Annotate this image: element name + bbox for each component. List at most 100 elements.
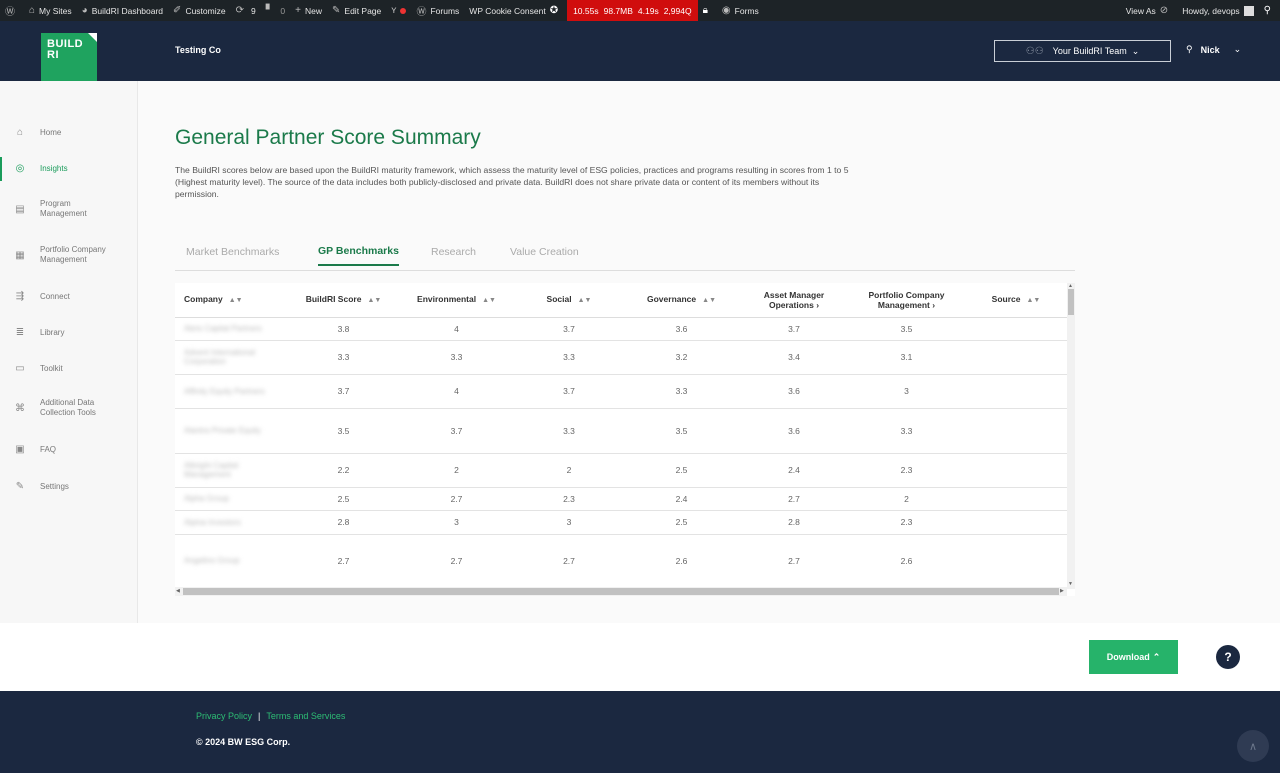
portfolio-company-management-cell: 3 [848,374,965,409]
toolkit-icon: ▭ [15,363,25,374]
wp-logo-menu[interactable]: Ⓦ [0,0,24,21]
chevron-up-icon: ∧ [1248,740,1258,753]
wp-updates-count: 9 [250,5,256,16]
company-name: Affinity Equity Partners [184,386,265,396]
scroll-left-icon[interactable]: ◀ [176,588,180,594]
column-header-label: Company [184,293,223,304]
sidebar-item-home[interactable]: ⌂ Home [0,127,138,138]
wp-dashboard-link[interactable]: ◕ BuildRI Dashboard [77,0,168,21]
table-vertical-scrollbar[interactable]: ▲ ▼ [1067,283,1075,589]
wp-lock-link[interactable]: 🔒︎ [698,0,717,21]
column-header-company[interactable]: Company ▲▼ [175,283,289,318]
gp-score-table-container[interactable]: Company ▲▼ BuildRI Score ▲▼ Environmental ▲… [175,283,1075,596]
portfolio-company-management-cell: 3.3 [848,408,965,454]
sidebar-item-settings[interactable]: ✎ Settings [0,481,138,492]
wp-my-sites-label: My Sites [39,5,72,16]
wp-admin-bar: Ⓦ ⌂ My Sites ◕ BuildRI Dashboard ✐ Customiz… [0,0,1280,21]
perf-time: 10.55s [573,5,599,16]
wp-edit-page-link[interactable]: ✎ Edit Page [327,0,386,21]
governance-cell: 3.6 [623,317,740,341]
wp-query-monitor[interactable]: 10.55s 98.7MB 4.19s 2,994Q [567,0,698,21]
tab-gp-benchmarks[interactable]: GP Benchmarks [318,245,399,266]
wp-updates-link[interactable]: ⟳ 9 [231,0,261,21]
environmental-cell: 4 [398,317,515,341]
table-row[interactable]: Alpina Investors 2.8 3 3 2.5 2.8 2.3 [175,510,1067,535]
table-row[interactable]: Albright Capital Management 2.2 2 2 2.5 … [175,453,1067,488]
sidebar-item-faq[interactable]: ▣ FAQ [0,444,138,455]
program-icon: ▤ [15,203,25,215]
table-row[interactable]: Alpha Group 2.5 2.7 2.3 2.4 2.7 2 [175,487,1067,511]
sort-icon: ▲▼ [482,296,496,304]
scroll-to-top-button[interactable]: ∧ [1237,730,1269,762]
wp-search[interactable]: ⚲ [1259,0,1280,21]
wp-forms-link[interactable]: ◉ Forms [717,0,764,21]
governance-cell: 3.3 [623,374,740,409]
terms-link[interactable]: Terms and Services [266,711,345,721]
action-bar: Download ⌃ ? [0,623,1280,691]
column-header-source[interactable]: Source ▲▼ [965,283,1067,318]
faq-icon: ▣ [15,444,25,455]
sidebar-item-connect[interactable]: ⇶ Connect [0,291,138,302]
source-cell [965,408,1067,454]
sidebar-item-library[interactable]: ≣ Library [0,327,138,338]
team-select[interactable]: ⚇⚇ Your BuildRI Team ⌄ [994,40,1171,62]
wp-admin-bar-right: View As ⊘ Howdy, devops ⚲ [1121,0,1280,21]
sidebar-item-insights[interactable]: ◎ Insights [0,157,138,181]
company-cell: Abris Capital Partners [175,317,289,341]
wp-my-sites[interactable]: ⌂ My Sites [24,0,77,21]
sidebar-item-additional-data-collection-tools[interactable]: ⌘ Additional Data Collection Tools [0,398,138,418]
company-name: Angelino Group [184,556,240,565]
logo-corner [88,33,97,42]
gp-score-table: Company ▲▼ BuildRI Score ▲▼ Environmental ▲… [175,283,1067,588]
scroll-down-icon[interactable]: ▼ [1068,581,1073,587]
column-header-portfolio-company-management[interactable]: Portfolio Company Management › [848,283,965,318]
table-row[interactable]: Angelino Group 2.7 2.7 2.7 2.6 2.7 2.6 [175,534,1067,588]
wp-howdy-menu[interactable]: Howdy, devops [1177,0,1258,21]
scroll-right-icon[interactable]: ▶ [1060,588,1064,594]
tab-research[interactable]: Research [431,246,476,258]
horizontal-scroll-thumb[interactable] [183,588,1059,595]
help-button[interactable]: ? [1216,645,1240,669]
tab-value-creation[interactable]: Value Creation [510,246,579,258]
source-cell [965,317,1067,341]
wp-new-link[interactable]: + New [290,0,327,21]
globe-icon: ◎ [15,163,25,174]
wp-view-as[interactable]: View As ⊘ [1121,0,1177,21]
column-header-governance[interactable]: Governance ▲▼ [623,283,740,318]
sidebar-item-program-management[interactable]: ▤ Program Management [0,199,138,219]
company-name: Albright Capital Management [184,461,239,479]
table-horizontal-scrollbar[interactable]: ◀ ▶ [175,587,1067,596]
vertical-scroll-thumb[interactable] [1068,289,1074,315]
wp-customize-link[interactable]: ✐ Customize [168,0,231,21]
wp-cookie-consent-link[interactable]: WP Cookie Consent ✪ [464,0,567,21]
column-header-asset-manager-operations[interactable]: Asset Manager Operations › [740,283,848,318]
column-header-environmental[interactable]: Environmental ▲▼ [398,283,515,318]
asset-manager-operations-cell: 2.7 [740,534,848,588]
wp-forums-link[interactable]: Ⓦ Forums [411,0,464,21]
user-menu[interactable]: ⚲ Nick ⌄ [1186,44,1241,55]
source-cell [965,487,1067,511]
table-row[interactable]: Abris Capital Partners 3.8 4 3.7 3.6 3.7… [175,317,1067,341]
privacy-policy-link[interactable]: Privacy Policy [196,711,252,721]
table-row[interactable]: Alantra Private Equity 3.5 3.7 3.3 3.5 3… [175,408,1067,454]
column-header-label: Governance [647,293,697,304]
wp-edit-page-label: Edit Page [344,5,382,16]
sort-icon: ▲▼ [702,296,716,304]
tab-market-benchmarks[interactable]: Market Benchmarks [186,246,279,258]
table-row[interactable]: Advent International Corporation 3.3 3.3… [175,340,1067,375]
sidebar-item-toolkit[interactable]: ▭ Toolkit [0,363,138,374]
company-cell: Advent International Corporation [175,340,289,375]
table-row[interactable]: Affinity Equity Partners 3.7 4 3.7 3.3 3… [175,374,1067,409]
social-cell: 2 [515,453,623,488]
environmental-cell: 4 [398,374,515,409]
buildri-score-cell: 2.5 [289,487,398,511]
download-button[interactable]: Download ⌃ [1089,640,1178,674]
perf-db-time: 4.19s [637,5,659,16]
column-header-buildri-score[interactable]: BuildRI Score ▲▼ [289,283,398,318]
wp-yoast-menu[interactable]: ʏ [386,0,411,21]
buildri-logo[interactable]: BUILD RI [41,33,97,87]
column-header-social[interactable]: Social ▲▼ [515,283,623,318]
sidebar-item-portfolio-company-management[interactable]: ▦ Portfolio Company Management [0,245,138,265]
organization-name: Testing Co [175,45,221,55]
wp-comments-link[interactable]: ▘ 0 [261,0,290,21]
